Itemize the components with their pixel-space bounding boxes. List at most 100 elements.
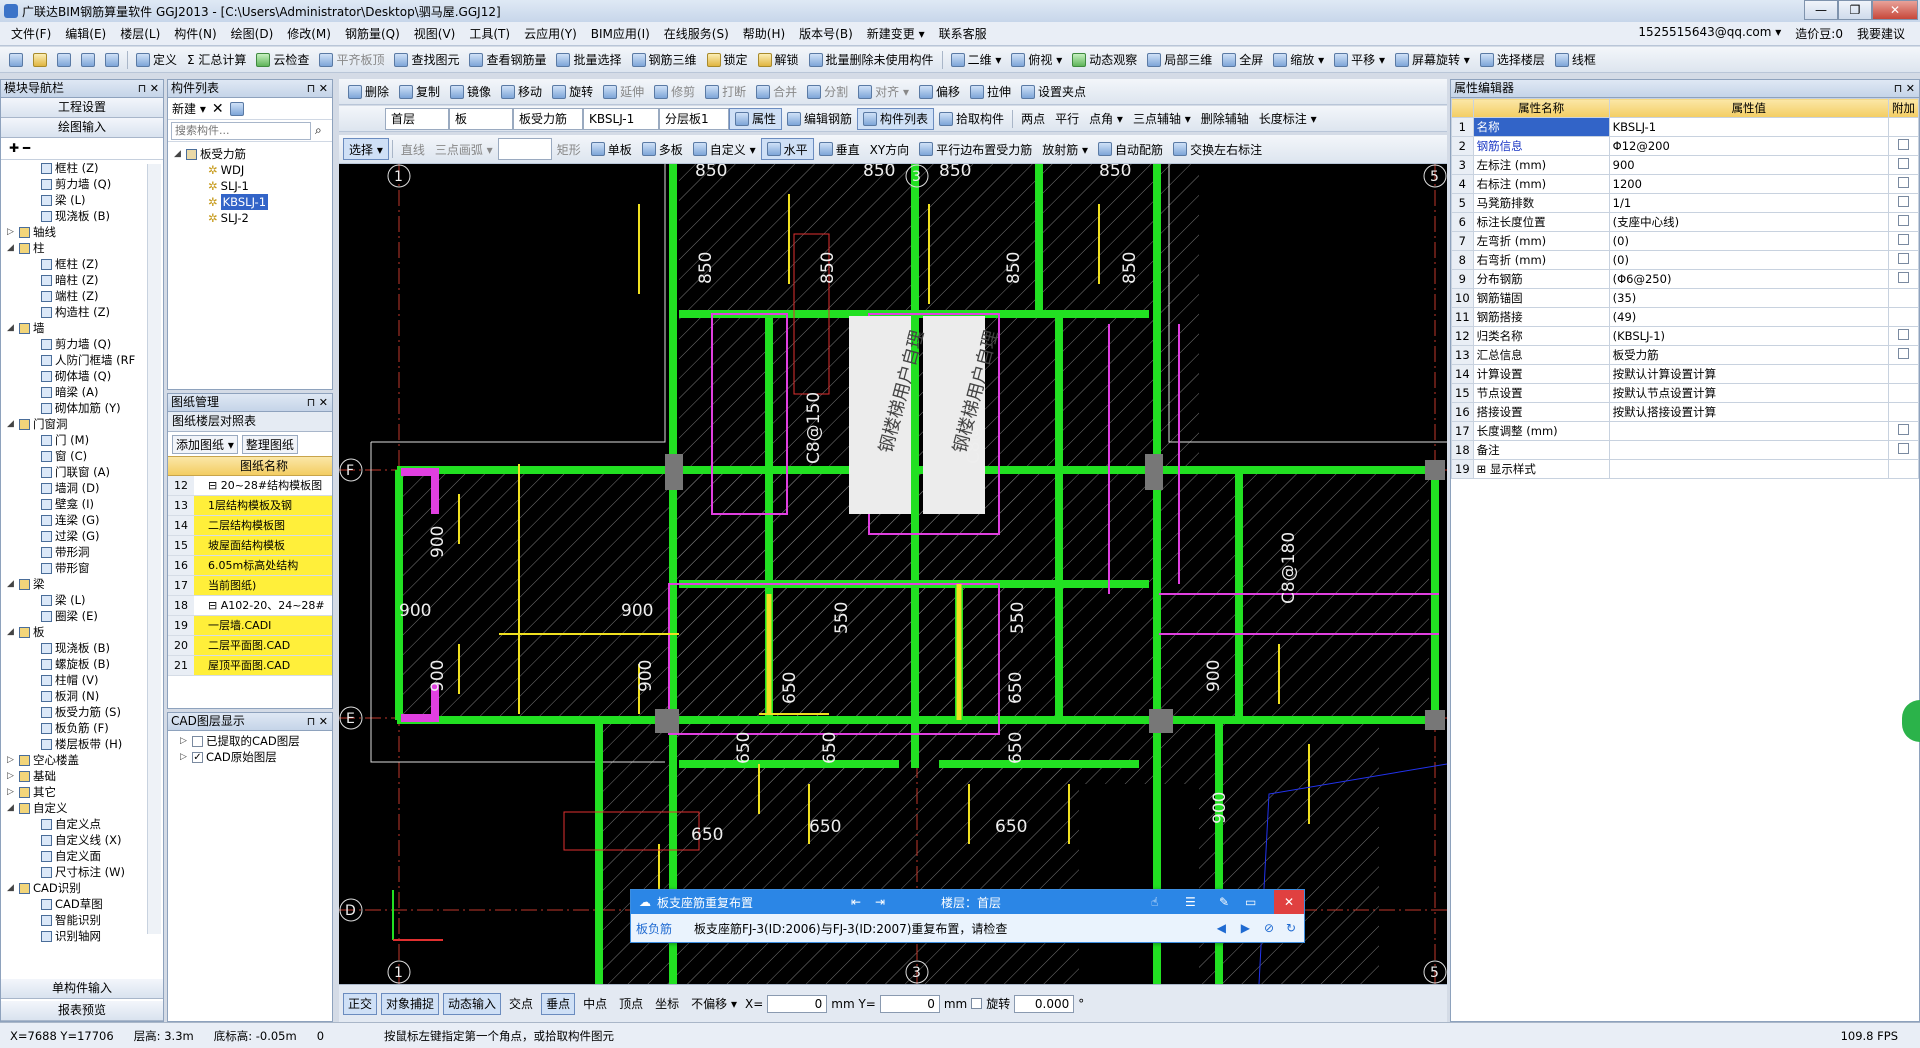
tree-group[interactable]: ◢ 板: [1, 624, 163, 640]
midpoint-snap[interactable]: 中点: [579, 993, 611, 1015]
tree-item[interactable]: 门联窗 (A): [1, 464, 163, 480]
type-select[interactable]: 板: [449, 107, 513, 130]
merge-button[interactable]: 合并: [751, 81, 802, 103]
tree-group[interactable]: ◢ 自定义: [1, 800, 163, 816]
coordinate-snap[interactable]: 坐标: [651, 993, 683, 1015]
drawing-row[interactable]: 20 二层平面图.CAD: [168, 636, 332, 656]
fullscreen-button[interactable]: 全屏: [1217, 49, 1268, 71]
pick-component-button[interactable]: 拾取构件: [934, 108, 1009, 130]
tree-item[interactable]: 门 (M): [1, 432, 163, 448]
move-button[interactable]: 移动: [496, 81, 547, 103]
line-button[interactable]: 直线: [396, 138, 430, 160]
drawing-row[interactable]: 15 坡屋面结构模板: [168, 536, 332, 556]
original-cad-layer-item[interactable]: ▷ ✓ CAD原始图层: [168, 749, 332, 765]
2d-dropdown[interactable]: 二维 ▾: [946, 49, 1007, 71]
property-button[interactable]: 属性: [729, 107, 783, 130]
property-row[interactable]: 7 左弯折 (mm) (0): [1451, 231, 1919, 251]
property-row[interactable]: 18 备注: [1451, 440, 1919, 460]
cloud-check-button[interactable]: 云检查: [251, 49, 314, 71]
pan-dropdown[interactable]: 平移 ▾: [1329, 49, 1390, 71]
object-snap-toggle[interactable]: 对象捕捉: [381, 992, 440, 1015]
pin-close-icon[interactable]: ⊓ ✕: [1894, 80, 1915, 97]
tree-item[interactable]: 柱帽 (V): [1, 672, 163, 688]
tree-item[interactable]: 窗 (C): [1, 448, 163, 464]
tree-item[interactable]: 梁 (L): [1, 192, 163, 208]
dynamic-orbit-button[interactable]: 动态观察: [1067, 49, 1142, 71]
tree-item[interactable]: 现浇板 (B): [1, 208, 163, 224]
menu-edit[interactable]: 编辑(E): [58, 25, 113, 42]
edit-rebar-button[interactable]: 编辑钢筋: [782, 108, 857, 130]
set-grip-button[interactable]: 设置夹点: [1016, 81, 1091, 103]
tree-item[interactable]: 砌体墙 (Q): [1, 368, 163, 384]
arrange-drawing-button[interactable]: 整理图纸: [241, 434, 298, 454]
length-dim-dropdown[interactable]: 长度标注 ▾: [1254, 108, 1322, 130]
menu-contact[interactable]: 联系客服: [932, 25, 994, 42]
extra-checkbox[interactable]: [1898, 253, 1909, 264]
edit-icon[interactable]: ✎: [1219, 895, 1229, 909]
rotate-button[interactable]: 旋转: [547, 81, 598, 103]
lock-button[interactable]: 锁定: [702, 49, 753, 71]
point-angle-dropdown[interactable]: 点角 ▾: [1084, 108, 1128, 130]
y-input[interactable]: 0: [879, 994, 940, 1013]
batch-delete-button[interactable]: 批量删除未使用构件: [804, 49, 939, 71]
tree-item[interactable]: 带形洞: [1, 544, 163, 560]
drawing-row[interactable]: 19 一层墙.CADI: [168, 616, 332, 636]
restore-button[interactable]: ❐: [1838, 0, 1872, 20]
three-point-axis-dropdown[interactable]: 三点辅轴 ▾: [1128, 108, 1196, 130]
property-row[interactable]: 14 计算设置 按默认计算设置计算: [1451, 364, 1919, 384]
x-input[interactable]: 0: [767, 994, 828, 1013]
next-warning-icon[interactable]: ▶: [1241, 921, 1250, 935]
component-search-input[interactable]: [171, 121, 311, 140]
refresh-icon[interactable]: ↻: [1286, 921, 1296, 935]
drawing-row[interactable]: 14 二层结构模板图: [168, 516, 332, 536]
property-row[interactable]: 11 钢筋搭接 (49): [1451, 307, 1919, 327]
custom-dropdown[interactable]: 自定义 ▾: [688, 138, 761, 160]
trim-button[interactable]: 修剪: [649, 81, 700, 103]
tree-group[interactable]: ◢ 墙: [1, 320, 163, 336]
menu-modify[interactable]: 修改(M): [280, 25, 338, 42]
like-icon[interactable]: ☝: [1151, 895, 1158, 909]
pin-close-icon[interactable]: ⊓ ✕: [307, 394, 328, 411]
menu-cloud[interactable]: 云应用(Y): [517, 25, 584, 42]
radial-rebar-dropdown[interactable]: 放射筋 ▾: [1037, 138, 1093, 160]
tree-item[interactable]: 识别轴网: [1, 928, 163, 942]
single-board-button[interactable]: 单板: [586, 138, 637, 160]
find-element-button[interactable]: 查找图元: [389, 49, 464, 71]
view-rebar-button[interactable]: 查看钢筋量: [464, 49, 551, 71]
nav-last-icon[interactable]: ⇥: [875, 895, 885, 909]
tree-item[interactable]: CAD草图: [1, 896, 163, 912]
rebar-3d-button[interactable]: 钢筋三维: [627, 49, 702, 71]
report-preview-button[interactable]: 报表预览: [1, 1001, 163, 1021]
property-row[interactable]: 5 马凳筋排数 1/1: [1451, 193, 1919, 213]
component-item[interactable]: ✲ SLJ-1: [168, 178, 332, 194]
tree-item[interactable]: 楼层板带 (H): [1, 736, 163, 752]
save-icon[interactable]: [52, 49, 76, 71]
select-dropdown[interactable]: 选择 ▾: [343, 138, 389, 160]
copy-button[interactable]: 复制: [394, 81, 445, 103]
tree-root-board-rebar[interactable]: ◢ 板受力筋: [168, 146, 332, 162]
parallel-axis-button[interactable]: 平行: [1050, 108, 1084, 130]
extra-checkbox[interactable]: [1898, 196, 1909, 207]
tree-item[interactable]: 螺旋板 (B): [1, 656, 163, 672]
tree-group[interactable]: ▷ 轴线: [1, 224, 163, 240]
pin-close-icon[interactable]: ⊓ ✕: [307, 713, 328, 730]
wireframe-button[interactable]: 线框: [1550, 49, 1601, 71]
drawing-input-button[interactable]: 绘图输入: [1, 118, 163, 138]
layer-select[interactable]: 分层板1: [659, 107, 729, 130]
select-floor-button[interactable]: 选择楼层: [1475, 49, 1550, 71]
extra-checkbox[interactable]: [1898, 158, 1909, 169]
property-row[interactable]: 15 节点设置 按默认节点设置计算: [1451, 383, 1919, 403]
extra-checkbox[interactable]: [1898, 329, 1909, 340]
tree-item[interactable]: 框柱 (Z): [1, 256, 163, 272]
menu-bim[interactable]: BIM应用(I): [584, 25, 657, 42]
arc-dropdown[interactable]: 三点画弧 ▾: [430, 138, 498, 160]
minimize-button[interactable]: —: [1804, 0, 1838, 20]
tree-item[interactable]: 梁 (L): [1, 592, 163, 608]
open-file-icon[interactable]: [28, 49, 52, 71]
account-menu[interactable]: 1525515643@qq.com ▾: [1631, 25, 1788, 42]
rectangle-button[interactable]: 矩形: [552, 138, 586, 160]
property-row[interactable]: 17 长度调整 (mm): [1451, 421, 1919, 441]
zoom-dropdown[interactable]: 缩放 ▾: [1268, 49, 1329, 71]
nav-first-icon[interactable]: ⇤: [851, 895, 861, 909]
offset-button[interactable]: 偏移: [914, 81, 965, 103]
